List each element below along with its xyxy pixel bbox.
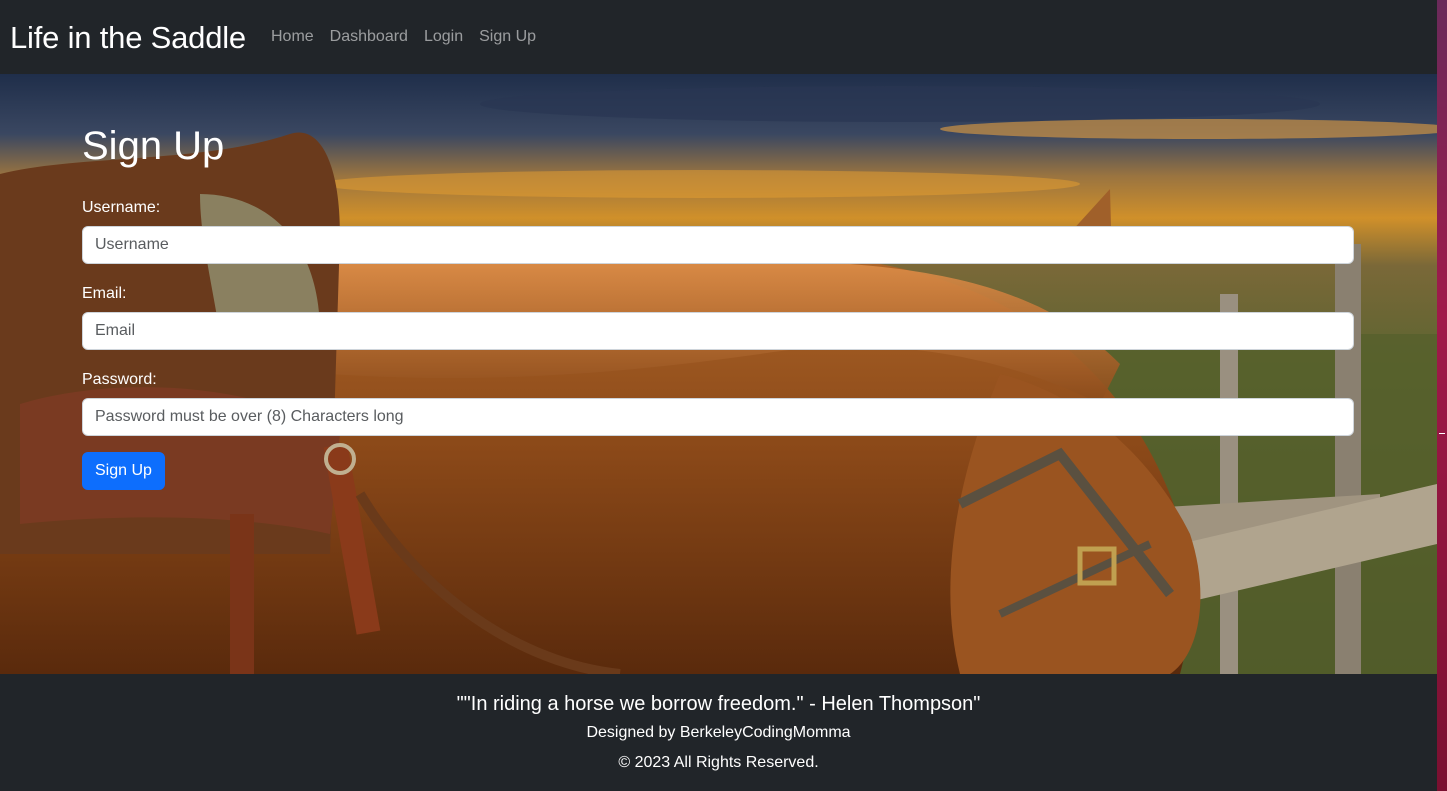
nav-link-signup[interactable]: Sign Up: [471, 28, 544, 46]
footer-copyright: © 2023 All Rights Reserved.: [618, 754, 819, 771]
navbar: Life in the Saddle Home Dashboard Login …: [0, 0, 1437, 74]
nav-link-login[interactable]: Login: [416, 28, 471, 46]
nav-link-home[interactable]: Home: [263, 28, 322, 46]
footer-quote: ""In riding a horse we borrow freedom." …: [456, 693, 981, 715]
hero-section: Sign Up Username: Email: Password: Sign …: [0, 74, 1437, 674]
edge-tick: [1439, 433, 1445, 434]
navbar-brand[interactable]: Life in the Saddle: [10, 22, 246, 53]
password-input[interactable]: [82, 398, 1354, 436]
footer-designed-by: Designed by BerkeleyCodingMomma: [586, 724, 851, 741]
footer: ""In riding a horse we borrow freedom." …: [0, 674, 1437, 791]
username-input[interactable]: [82, 226, 1354, 264]
password-label: Password:: [82, 371, 157, 388]
page-title: Sign Up: [82, 124, 225, 168]
username-label: Username:: [82, 199, 161, 216]
nav-links: Home Dashboard Login Sign Up: [263, 28, 544, 46]
window-edge-strip: [1437, 0, 1447, 791]
nav-link-dashboard[interactable]: Dashboard: [322, 28, 416, 46]
signup-submit-button[interactable]: Sign Up: [82, 452, 165, 490]
email-label: Email:: [82, 285, 127, 302]
email-input[interactable]: [82, 312, 1354, 350]
page: Life in the Saddle Home Dashboard Login …: [0, 0, 1437, 791]
